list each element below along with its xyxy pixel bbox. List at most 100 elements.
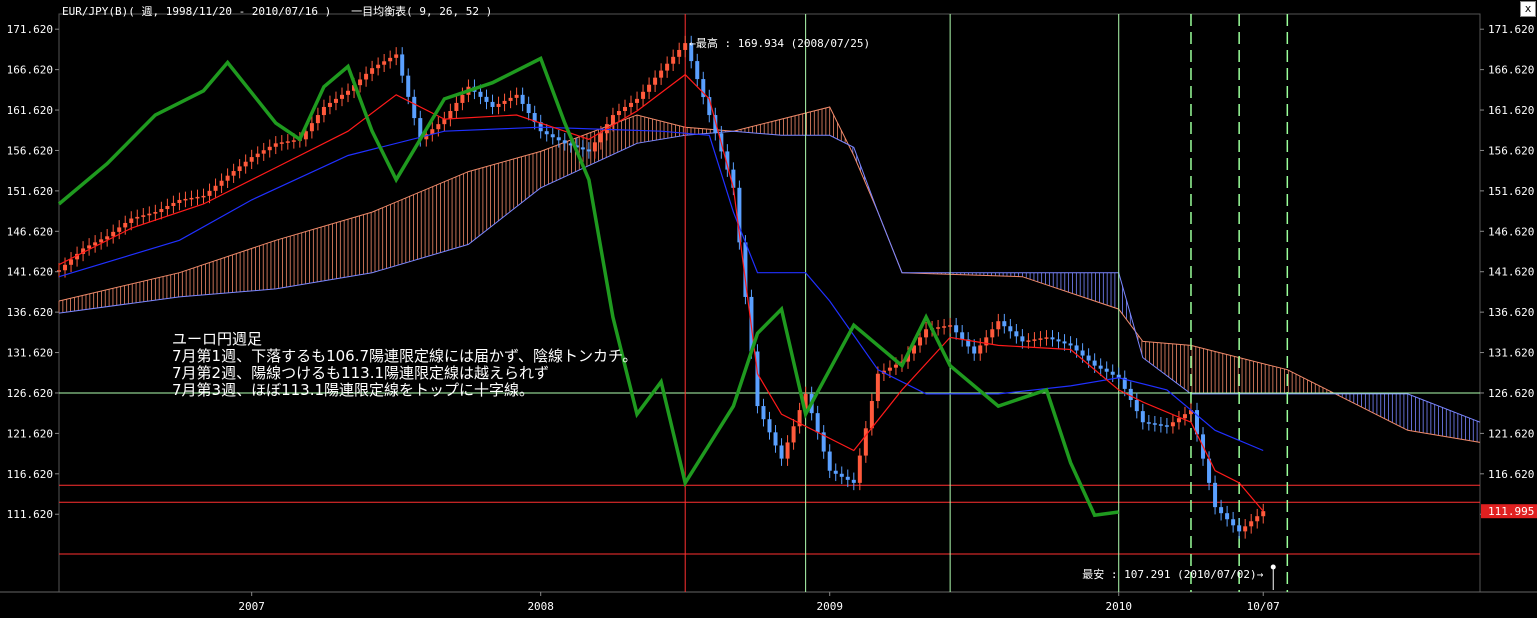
low-annotation: 最安 : 107.291 (2010/07/02)→ bbox=[1082, 567, 1263, 581]
y-tick-label-right: 166.620 bbox=[1488, 64, 1534, 77]
candle-body bbox=[1008, 326, 1013, 332]
candle-body bbox=[442, 119, 447, 125]
candle-body bbox=[1213, 482, 1218, 508]
candle-body bbox=[285, 141, 290, 143]
candle-body bbox=[580, 147, 585, 150]
candle-body bbox=[677, 49, 682, 57]
close-button[interactable]: x bbox=[1520, 1, 1536, 17]
candle-body bbox=[1032, 339, 1037, 341]
candle-body bbox=[147, 213, 152, 216]
candle-body bbox=[1255, 516, 1260, 522]
candle-body bbox=[243, 161, 248, 167]
candle-body bbox=[653, 77, 658, 85]
candle-body bbox=[954, 325, 959, 333]
candle-body bbox=[237, 166, 242, 172]
candle-body bbox=[99, 239, 104, 243]
candle-body bbox=[647, 84, 652, 92]
candle-body bbox=[394, 54, 399, 58]
candle-body bbox=[972, 346, 977, 354]
candle-body bbox=[153, 212, 158, 214]
high-annotation: ←最高 : 169.934 (2008/07/25) bbox=[689, 36, 870, 50]
indicator-label: 一目均衡表( 9, 26, 52 ) bbox=[351, 5, 493, 18]
candle-body bbox=[996, 321, 1001, 330]
chart-title: EUR/JPY(B)( 週, 1998/11/20 - 2010/07/16 ) bbox=[62, 5, 332, 18]
candle-body bbox=[171, 202, 176, 206]
y-tick-label-left: 156.620 bbox=[7, 144, 53, 157]
candle-body bbox=[213, 185, 218, 191]
candle-body bbox=[1225, 513, 1230, 520]
candle-body bbox=[1146, 422, 1151, 424]
candle-body bbox=[1170, 422, 1175, 427]
candle-body bbox=[779, 445, 784, 459]
candle-body bbox=[219, 180, 224, 186]
candle-body bbox=[279, 142, 284, 144]
candle-body bbox=[123, 222, 128, 228]
candle-body bbox=[255, 153, 260, 158]
candle-body bbox=[1098, 365, 1103, 369]
candle-body bbox=[990, 329, 995, 338]
candle-body bbox=[207, 190, 212, 196]
x-tick-label: 10/07 bbox=[1247, 600, 1280, 613]
candle-body bbox=[671, 56, 676, 64]
y-tick-label-right: 171.620 bbox=[1488, 23, 1534, 36]
candle-body bbox=[845, 476, 850, 480]
candle-body bbox=[1110, 371, 1115, 375]
candle-body bbox=[141, 215, 146, 217]
candle-body bbox=[1080, 350, 1085, 356]
candle-body bbox=[978, 345, 983, 354]
chart-header: EUR/JPY(B)( 週, 1998/11/20 - 2010/07/16 )… bbox=[62, 3, 492, 19]
candle-body bbox=[641, 91, 646, 99]
candle-body bbox=[1092, 360, 1097, 366]
candle-body bbox=[309, 123, 314, 132]
y-tick-label-left: 121.620 bbox=[7, 427, 53, 440]
candle-body bbox=[616, 111, 621, 116]
current-price-label: 111.995 bbox=[1488, 505, 1534, 518]
candle-body bbox=[629, 102, 634, 107]
y-tick-label-left: 126.620 bbox=[7, 387, 53, 400]
note-line: 7月第2週、陽線つけるも113.1陽連限定線は越えられず bbox=[172, 364, 550, 382]
note-line: 7月第3週、ほぼ113.1陽連限定線をトップに十字線。 bbox=[172, 381, 535, 399]
y-tick-label-right: 146.620 bbox=[1488, 225, 1534, 238]
candle-body bbox=[508, 97, 513, 101]
candle-body bbox=[598, 133, 603, 143]
candle-body bbox=[339, 94, 344, 99]
candle-body bbox=[478, 91, 483, 97]
candle-body bbox=[1158, 424, 1163, 426]
y-tick-label-right: 121.620 bbox=[1488, 427, 1534, 440]
candle-body bbox=[1128, 388, 1133, 401]
candle-body bbox=[1014, 331, 1019, 337]
candle-body bbox=[887, 367, 892, 371]
plot-frame bbox=[58, 13, 1481, 593]
candle-body bbox=[346, 90, 351, 95]
candle-body bbox=[1086, 355, 1091, 361]
candle-body bbox=[261, 150, 266, 154]
candle-body bbox=[1050, 337, 1055, 340]
chikou-line bbox=[57, 56, 1119, 518]
candle-body bbox=[327, 102, 332, 107]
candle-body bbox=[273, 143, 278, 147]
candle-body bbox=[1231, 519, 1236, 526]
candle-body bbox=[1002, 321, 1007, 327]
candle-body bbox=[388, 57, 393, 62]
y-tick-label-left: 166.620 bbox=[7, 64, 53, 77]
candle-body bbox=[177, 199, 182, 203]
candle-body bbox=[773, 432, 778, 446]
candle-body bbox=[189, 197, 194, 200]
y-tick-label-right: 156.620 bbox=[1488, 144, 1534, 157]
candle-body bbox=[1176, 418, 1181, 423]
x-tick-label: 2007 bbox=[238, 600, 265, 613]
y-tick-label-left: 131.620 bbox=[7, 347, 53, 360]
candle-body bbox=[1237, 525, 1242, 532]
y-tick-label-left: 111.620 bbox=[7, 508, 53, 521]
candle-body bbox=[87, 245, 92, 249]
candle-body bbox=[936, 327, 941, 329]
candle-body bbox=[520, 94, 525, 104]
candle-body bbox=[918, 337, 923, 346]
candle-body bbox=[195, 196, 200, 199]
candle-body bbox=[201, 195, 206, 198]
analysis-note: ユーロ円週足 7月第1週、下落するも106.7陽連限定線には届かず、陰線トンカチ。… bbox=[172, 331, 637, 399]
candle-body bbox=[695, 61, 700, 80]
candle-body bbox=[863, 428, 868, 456]
candle-body bbox=[502, 100, 507, 104]
tenkan-line bbox=[58, 73, 1264, 512]
